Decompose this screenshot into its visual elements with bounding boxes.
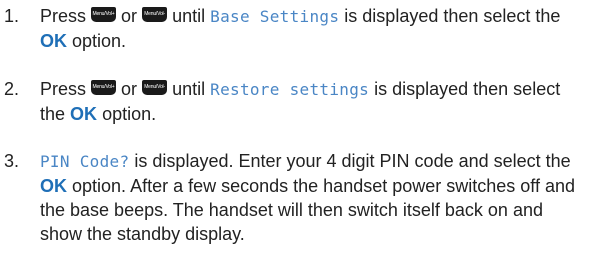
- until-text: until: [172, 6, 206, 26]
- step-end-text: option. After a few seconds the handset …: [40, 176, 575, 244]
- display-text: Restore settings: [210, 80, 370, 99]
- step-1: 1. Press Menu/Vol+ or Menu/Vol- until Ba…: [4, 4, 579, 53]
- instructions-page: 1. Press Menu/Vol+ or Menu/Vol- until Ba…: [0, 0, 589, 262]
- step-3: 3. PIN Code? is displayed. Enter your 4 …: [4, 149, 579, 246]
- ok-option: OK: [40, 31, 67, 51]
- step-end-text: option.: [72, 31, 127, 51]
- step-middle-text: is displayed then select the: [344, 6, 561, 26]
- menu-vol-up-key-icon: Menu/Vol+: [91, 80, 117, 95]
- or-text: or: [121, 79, 138, 99]
- or-text: or: [121, 6, 138, 26]
- ok-option: OK: [40, 176, 67, 196]
- step-2: 2. Press Menu/Vol+ or Menu/Vol- until Re…: [4, 77, 579, 126]
- display-text: PIN Code?: [40, 152, 130, 171]
- menu-vol-up-key-icon: Menu/Vol+: [91, 7, 117, 22]
- press-text: Press: [40, 6, 87, 26]
- step-text: Press Menu/Vol+ or Menu/Vol- until Resto…: [40, 77, 579, 126]
- display-text: Base Settings: [210, 7, 340, 26]
- until-text: until: [172, 79, 206, 99]
- step-end-text: option.: [102, 104, 157, 124]
- step-middle-text: is displayed. Enter your 4 digit PIN cod…: [134, 151, 571, 171]
- menu-vol-down-key-icon: Menu/Vol-: [142, 7, 168, 22]
- step-number: 2.: [4, 79, 20, 99]
- menu-vol-down-key-icon: Menu/Vol-: [142, 80, 168, 95]
- step-text: Press Menu/Vol+ or Menu/Vol- until Base …: [40, 4, 579, 53]
- press-text: Press: [40, 79, 87, 99]
- ok-option: OK: [70, 104, 98, 124]
- step-number: 1.: [4, 6, 20, 26]
- step-text: PIN Code? is displayed. Enter your 4 dig…: [40, 149, 579, 246]
- step-number: 3.: [4, 151, 20, 171]
